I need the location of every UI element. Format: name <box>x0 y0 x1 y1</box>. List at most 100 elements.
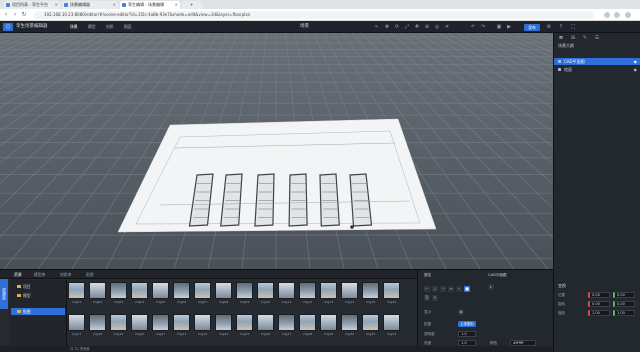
toolbar-item-layer[interactable]: 图层 <box>122 24 134 30</box>
visibility-icon[interactable]: ◉ <box>634 58 638 65</box>
align-left-icon[interactable]: ⊢ <box>424 286 430 292</box>
asset-thumbnail[interactable] <box>299 314 316 331</box>
scale-icon[interactable]: ⤢ <box>404 24 410 30</box>
align-center-icon[interactable]: ⊥ <box>432 286 438 292</box>
distribute-icon[interactable]: ≡ <box>448 286 454 292</box>
asset-thumbnail[interactable] <box>320 282 337 299</box>
browser-tab[interactable]: 场景编辑器 × <box>62 1 118 9</box>
settings-icon[interactable]: ⚙ <box>546 24 552 30</box>
menu-icon[interactable] <box>625 12 631 18</box>
toolbar-item-scene[interactable]: 场景 <box>68 24 80 30</box>
layout-tab-icon[interactable]: ⊞ <box>568 35 578 41</box>
toolbar-item-model[interactable]: 模型 <box>86 24 98 30</box>
asset-thumbnail[interactable] <box>362 282 379 299</box>
position-x-field[interactable]: 0.00 <box>588 292 610 298</box>
scale-y-field[interactable]: 1.00 <box>613 310 635 316</box>
tab-model-library[interactable]: 模型库 <box>32 271 47 278</box>
asset-thumbnail[interactable] <box>299 282 316 299</box>
asset-thumbnail[interactable] <box>362 314 379 331</box>
copy-icon[interactable]: ⎘ <box>424 295 430 301</box>
back-icon[interactable]: ‹ <box>2 11 10 19</box>
asset-thumbnail[interactable] <box>110 314 127 331</box>
close-icon[interactable]: × <box>55 1 58 9</box>
upload-image-button[interactable]: 上传图片 <box>458 321 476 327</box>
asset-thumbnail[interactable] <box>257 282 274 299</box>
asset-thumbnail[interactable] <box>68 314 85 331</box>
new-tab-button[interactable]: + <box>182 1 202 9</box>
asset-thumbnail[interactable] <box>89 314 106 331</box>
asset-thumbnail[interactable] <box>278 282 295 299</box>
asset-thumbnail[interactable] <box>131 282 148 299</box>
reload-icon[interactable]: ↻ <box>20 11 28 19</box>
tab-assets[interactable]: 资源 <box>12 271 24 278</box>
edit-tab-icon[interactable]: ✎ <box>580 35 590 41</box>
outline-tab-icon[interactable]: ≡ <box>556 35 566 41</box>
asset-thumbnail[interactable] <box>236 282 253 299</box>
asset-thumbnail[interactable] <box>320 314 337 331</box>
3d-viewport[interactable] <box>0 33 553 269</box>
delete-icon[interactable]: ✕ <box>432 295 438 301</box>
asset-thumbnail[interactable] <box>341 282 358 299</box>
close-icon[interactable]: × <box>175 1 178 9</box>
asset-thumbnail[interactable] <box>152 314 169 331</box>
forward-icon[interactable]: › <box>11 11 19 19</box>
tab-material-library[interactable]: 材质库 <box>58 271 73 278</box>
expand-icon[interactable]: ▸ <box>488 284 494 290</box>
close-icon[interactable]: × <box>113 1 116 9</box>
visibility-icon[interactable]: ◉ <box>634 66 638 73</box>
asset-thumbnail[interactable] <box>89 282 106 299</box>
folder-item[interactable]: 模型 <box>11 292 65 299</box>
link-icon[interactable]: ⌁ <box>456 286 462 292</box>
toolbar-item-material[interactable]: 材质 <box>104 24 116 30</box>
folder-item[interactable]: 项目 <box>11 283 65 290</box>
rotation-y-field[interactable]: 0.00 <box>613 301 635 307</box>
save-icon[interactable]: ▣ <box>496 24 502 30</box>
tab-textures[interactable]: 贴图 <box>84 271 96 278</box>
folder-item[interactable]: 贴图 <box>11 308 65 315</box>
asset-thumbnail[interactable] <box>68 282 85 299</box>
redo-icon[interactable]: ↷ <box>480 24 486 30</box>
asset-thumbnail[interactable] <box>236 314 253 331</box>
asset-thumbnail[interactable] <box>341 314 358 331</box>
asset-library-side-tab[interactable]: 资源库 <box>0 279 8 309</box>
list-tab-icon[interactable]: ☰ <box>592 35 602 41</box>
asset-thumbnail[interactable] <box>194 314 211 331</box>
address-bar[interactable]: 192.168.10.23:8080/editor/#/scene-editor… <box>34 11 594 19</box>
outline-item[interactable]: CAD平面图 ◉ <box>554 58 640 65</box>
rotate-icon[interactable]: ⟳ <box>394 24 400 30</box>
asset-thumbnail[interactable] <box>257 314 274 331</box>
position-y-field[interactable]: 0.00 <box>613 292 635 298</box>
asset-thumbnail[interactable] <box>278 314 295 331</box>
align-right-icon[interactable]: ⊣ <box>440 286 446 292</box>
viewport-canvas[interactable] <box>0 33 553 269</box>
rotation-x-field[interactable]: 0.00 <box>588 301 610 307</box>
scale-x-field[interactable]: 1.00 <box>588 310 610 316</box>
publish-button[interactable]: 发布 <box>524 24 540 31</box>
outline-item[interactable]: 地面 ◉ <box>554 66 640 73</box>
browser-tab-active[interactable]: 孪生编辑 - 场景编辑 × <box>120 1 180 9</box>
snap-icon[interactable]: ⊕ <box>424 24 430 30</box>
asset-thumbnail[interactable] <box>110 282 127 299</box>
move-icon[interactable]: ✥ <box>384 24 390 30</box>
camera-icon[interactable]: ◎ <box>434 24 440 30</box>
toggle-icon[interactable]: ◉ <box>458 309 464 315</box>
light-icon[interactable]: ☀ <box>444 24 450 30</box>
fullscreen-icon[interactable]: ⛶ <box>570 24 576 30</box>
grid-icon[interactable]: # <box>414 24 420 30</box>
asset-thumbnail[interactable] <box>173 282 190 299</box>
lock-icon[interactable]: ■ <box>464 286 470 292</box>
opacity-field[interactable]: 1.0 <box>458 331 476 337</box>
preview-icon[interactable]: ▶ <box>506 24 512 30</box>
asset-thumbnail[interactable] <box>194 282 211 299</box>
asset-thumbnail[interactable] <box>383 314 400 331</box>
extension-icon[interactable] <box>604 12 610 18</box>
help-icon[interactable]: ? <box>558 24 564 30</box>
asset-thumbnail[interactable] <box>383 282 400 299</box>
undo-icon[interactable]: ↶ <box>470 24 476 30</box>
asset-thumbnail[interactable] <box>173 314 190 331</box>
asset-thumbnail[interactable] <box>131 314 148 331</box>
asset-thumbnail[interactable] <box>215 314 232 331</box>
asset-thumbnail[interactable] <box>215 282 232 299</box>
browser-tab[interactable]: 项目列表 - 孪生平台 × <box>4 1 60 9</box>
asset-thumbnail[interactable] <box>152 282 169 299</box>
